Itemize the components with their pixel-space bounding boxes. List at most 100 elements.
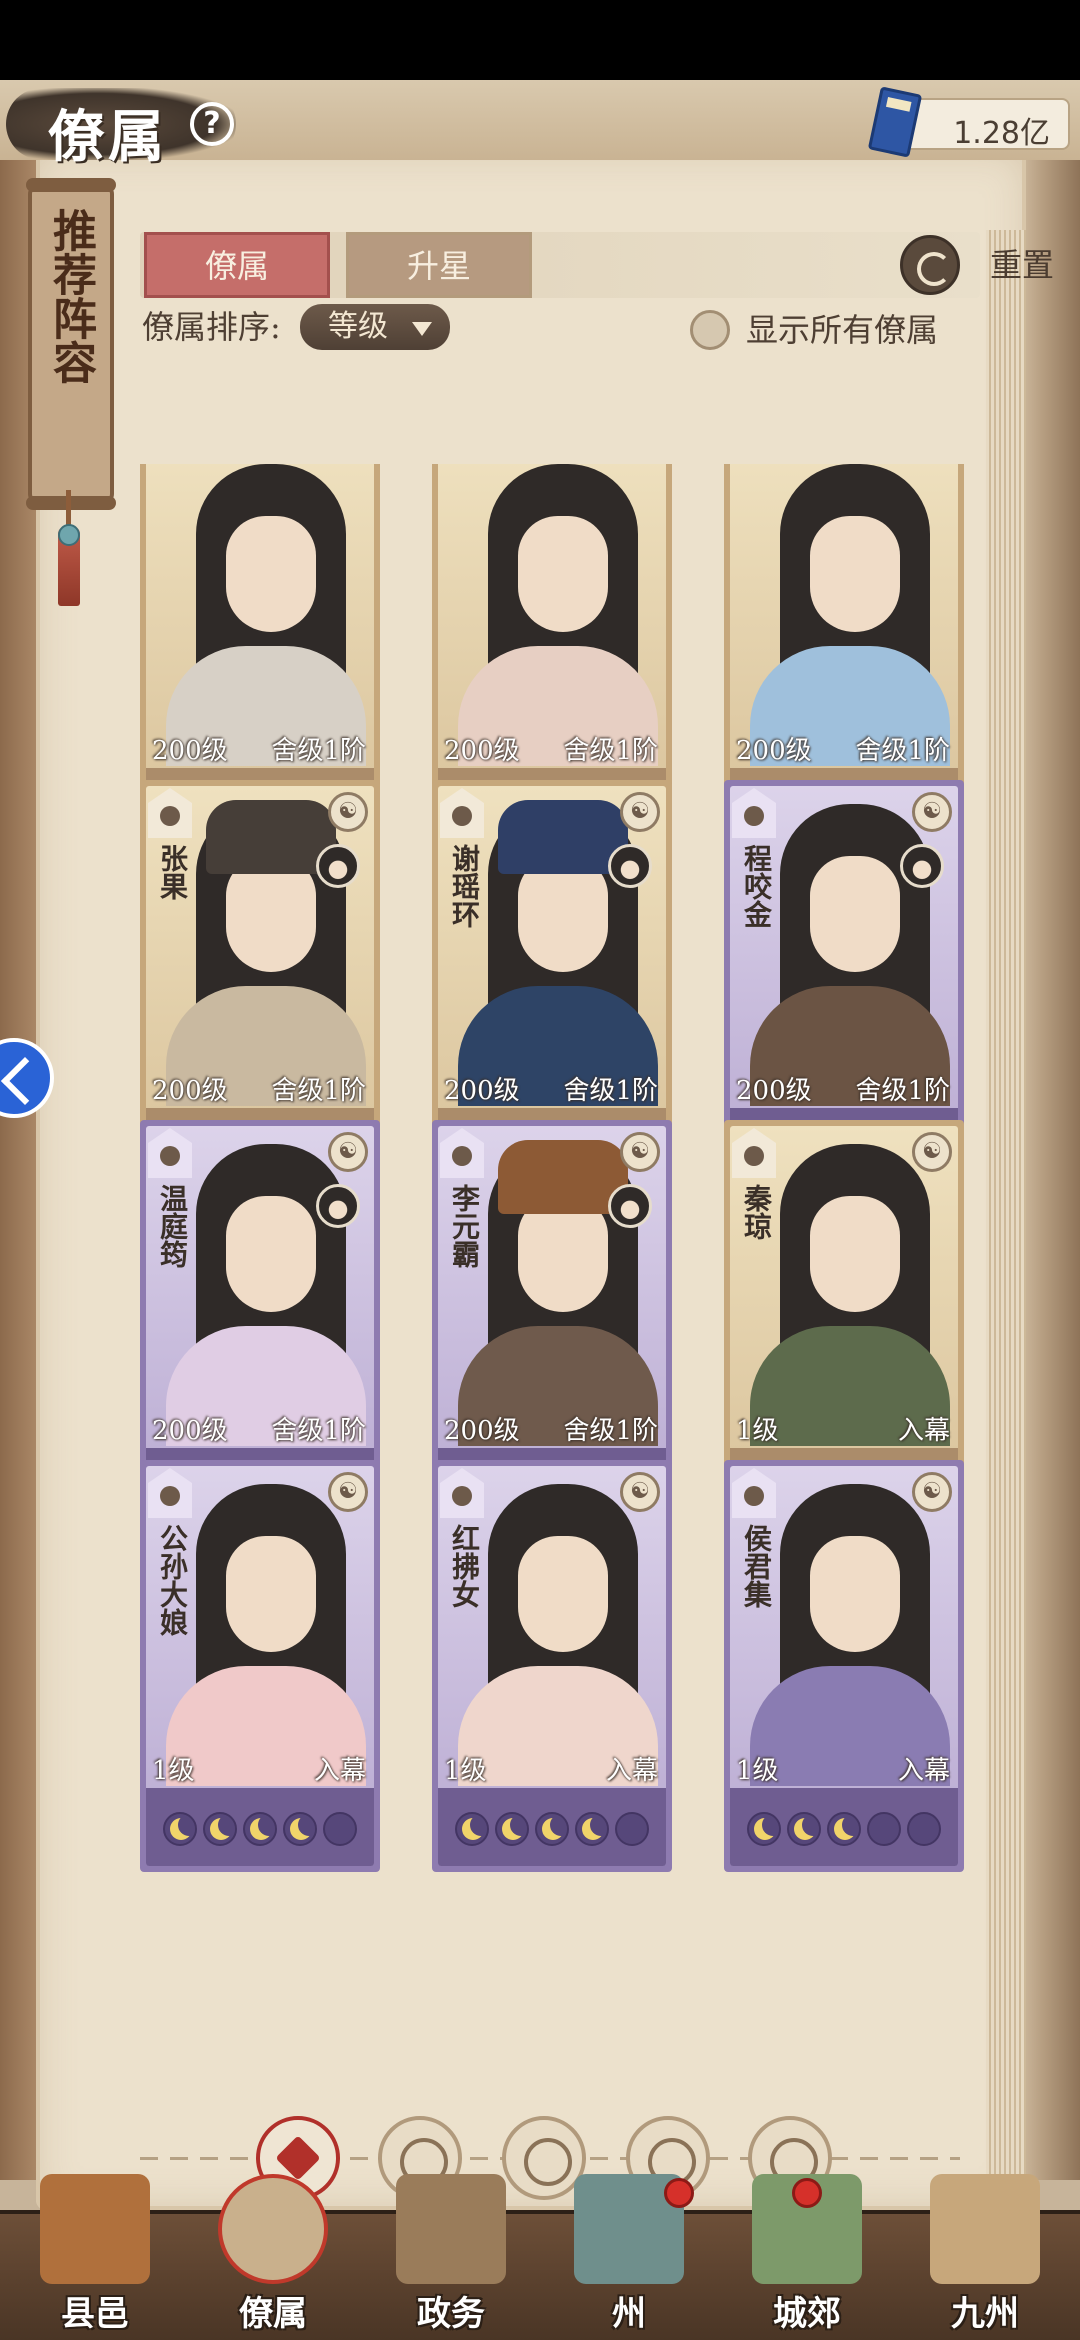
nav-label: 县邑 bbox=[61, 2294, 129, 2334]
currency-display[interactable]: 1.28亿 bbox=[867, 86, 1070, 158]
nav-item[interactable]: 州 bbox=[544, 2174, 714, 2340]
moon-filled-icon bbox=[495, 1812, 529, 1846]
sort-value: 等级 bbox=[328, 309, 388, 344]
card-stats: 1级 入幕 bbox=[438, 1750, 666, 1786]
retainer-name: 侯君集 bbox=[740, 1524, 773, 1608]
moon-filled-icon bbox=[535, 1812, 569, 1846]
retainer-level: 1级 bbox=[152, 1756, 195, 1786]
retainer-name: 张果 bbox=[156, 844, 189, 900]
header: 僚属 ? 1.28亿 bbox=[0, 80, 1080, 170]
moon-empty-icon bbox=[907, 1812, 941, 1846]
retainer-portrait bbox=[438, 464, 666, 766]
portrait-face bbox=[810, 1536, 900, 1652]
retainer-card[interactable]: ☯ 红拂女 1级 入幕 bbox=[432, 1460, 672, 1872]
attribute-emblem-icon: ☯ bbox=[620, 1132, 660, 1172]
retainer-name: 程咬金 bbox=[740, 844, 773, 928]
retainer-portrait bbox=[146, 464, 374, 766]
retainer-rank: 入幕 bbox=[313, 1756, 366, 1786]
sort-dropdown[interactable]: 等级 bbox=[300, 304, 450, 350]
notification-dot bbox=[664, 2178, 694, 2208]
nav-label: 僚属 bbox=[239, 2294, 307, 2334]
reset-button[interactable]: 重置 bbox=[900, 232, 1080, 298]
page-title: 僚属 bbox=[48, 104, 168, 170]
partner-avatar bbox=[316, 1184, 360, 1228]
card-stats: 200级 舍级1阶 bbox=[146, 730, 374, 766]
retainer-name: 谢瑶环 bbox=[448, 844, 481, 928]
retainer-rank: 入幕 bbox=[897, 1416, 950, 1446]
recommended-lineup-button[interactable]: 推荐阵容 bbox=[26, 178, 116, 510]
nav-item[interactable]: 县邑 bbox=[10, 2174, 180, 2340]
nav-item[interactable]: 政务 bbox=[366, 2174, 536, 2340]
retainer-rank: 舍级1阶 bbox=[855, 736, 950, 766]
retainer-level: 200级 bbox=[736, 736, 812, 766]
retainer-rank: 舍级1阶 bbox=[271, 1076, 366, 1106]
card-stats: 200级 舍级1阶 bbox=[146, 1070, 374, 1106]
recommended-lineup-label: 推荐阵容 bbox=[45, 208, 96, 384]
moon-filled-icon bbox=[575, 1812, 609, 1846]
scroll-book-icon bbox=[867, 86, 923, 158]
moon-filled-icon bbox=[283, 1812, 317, 1846]
retainer-rank: 入幕 bbox=[897, 1756, 950, 1786]
nav-label: 城郊 bbox=[773, 2294, 841, 2334]
retainer-rank: 舍级1阶 bbox=[563, 736, 658, 766]
moon-filled-icon bbox=[787, 1812, 821, 1846]
moon-filled-icon bbox=[243, 1812, 277, 1846]
retainer-name: 秦琼 bbox=[740, 1184, 773, 1240]
nav-item[interactable]: 僚属 bbox=[188, 2174, 358, 2340]
attribute-emblem-icon: ☯ bbox=[328, 1132, 368, 1172]
card-inner: ☯ 红拂女 1级 入幕 bbox=[438, 1466, 666, 1866]
retainer-card[interactable]: ☯ 公孙大娘 1级 入幕 bbox=[140, 1460, 380, 1872]
star-moon-row bbox=[438, 1788, 666, 1866]
attribute-emblem-icon: ☯ bbox=[912, 792, 952, 832]
nav-building-icon bbox=[930, 2174, 1040, 2284]
portrait-face bbox=[810, 1196, 900, 1312]
tab-retainers[interactable]: 僚属 bbox=[144, 232, 330, 298]
portrait-face bbox=[226, 516, 316, 632]
moon-empty-icon bbox=[323, 1812, 357, 1846]
attribute-emblem-icon: ☯ bbox=[620, 1472, 660, 1512]
portrait-face bbox=[518, 516, 608, 632]
partner-avatar bbox=[608, 1184, 652, 1228]
card-stats: 200级 舍级1阶 bbox=[730, 1070, 958, 1106]
retainer-name: 温庭筠 bbox=[156, 1184, 189, 1268]
retainer-rank: 舍级1阶 bbox=[271, 736, 366, 766]
retainer-level: 1级 bbox=[736, 1756, 779, 1786]
attribute-emblem-icon: ☯ bbox=[328, 792, 368, 832]
moon-filled-icon bbox=[455, 1812, 489, 1846]
attribute-emblem-icon: ☯ bbox=[620, 792, 660, 832]
partner-avatar bbox=[316, 844, 360, 888]
partner-avatar bbox=[900, 844, 944, 888]
retainer-name: 李元霸 bbox=[448, 1184, 481, 1268]
portrait-face bbox=[810, 516, 900, 632]
sort-label: 僚属排序: bbox=[142, 308, 281, 346]
retainer-rank: 舍级1阶 bbox=[271, 1416, 366, 1446]
star-moon-row bbox=[146, 1788, 374, 1866]
moon-empty-icon bbox=[867, 1812, 901, 1846]
card-stats: 200级 舍级1阶 bbox=[438, 1410, 666, 1446]
help-icon[interactable]: ? bbox=[190, 102, 234, 146]
card-stats: 200级 舍级1阶 bbox=[730, 730, 958, 766]
nav-item[interactable]: 城郊 bbox=[722, 2174, 892, 2340]
nav-item[interactable]: 九州 bbox=[900, 2174, 1070, 2340]
moon-empty-icon bbox=[615, 1812, 649, 1846]
card-stats: 1级 入幕 bbox=[146, 1750, 374, 1786]
radio-circle[interactable] bbox=[690, 310, 730, 350]
show-all-label: 显示所有僚属 bbox=[746, 311, 939, 349]
nav-label: 州 bbox=[612, 2294, 646, 2334]
card-stats: 200级 舍级1阶 bbox=[146, 1410, 374, 1446]
moon-filled-icon bbox=[163, 1812, 197, 1846]
nav-building-icon bbox=[396, 2174, 506, 2284]
moon-filled-icon bbox=[747, 1812, 781, 1846]
retainer-name: 公孙大娘 bbox=[156, 1524, 189, 1636]
tassel-bead bbox=[58, 524, 80, 546]
tab-star-up[interactable]: 升星 bbox=[346, 232, 532, 298]
portrait-face bbox=[518, 1536, 608, 1652]
retainer-rank: 舍级1阶 bbox=[563, 1076, 658, 1106]
tab-bar: 僚属 升星 重置 bbox=[140, 232, 1054, 298]
retainer-level: 200级 bbox=[152, 1416, 228, 1446]
retainer-card[interactable]: ☯ 侯君集 1级 入幕 bbox=[724, 1460, 964, 1872]
moon-filled-icon bbox=[827, 1812, 861, 1846]
app-screen: 僚属 ? 1.28亿 推荐阵容 僚属 升星 重置 僚属排序: 等级 显示所有僚属… bbox=[0, 80, 1080, 2340]
retainer-grid: 200级 舍级1阶 200级 舍级1阶 200级 舍级1阶 ☯ 张果 200级 舍级1阶 ☯ 谢瑶环 2… bbox=[140, 464, 980, 2084]
card-inner: ☯ 公孙大娘 1级 入幕 bbox=[146, 1466, 374, 1866]
